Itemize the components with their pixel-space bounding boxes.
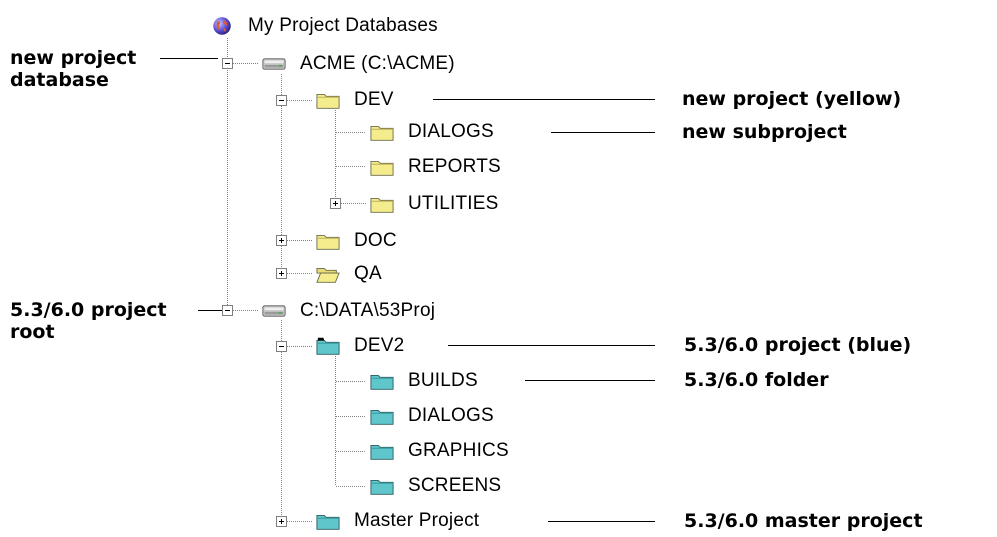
expand-doc-toggle[interactable] (276, 235, 287, 246)
callout-line-1: new project (10, 47, 137, 69)
tree-node-acme-database[interactable]: ACME (C:\ACME) (262, 48, 455, 80)
blue-folder-icon (370, 480, 394, 495)
yellow-open-folder-icon (316, 268, 340, 283)
tree-root-my-project-databases[interactable]: My Project Databases (210, 10, 438, 42)
callout-new-subproject: new subproject (682, 121, 847, 143)
tree-node-label: QA (354, 263, 382, 284)
yellow-folder-icon (316, 235, 340, 250)
expand-qa-toggle[interactable] (276, 268, 287, 279)
blue-folder-icon (316, 337, 340, 355)
tree-node-doc-project[interactable]: DOC (316, 225, 397, 257)
tree-node-53proj-database[interactable]: C:\DATA\53Proj (262, 295, 435, 327)
tree-node-qa-project[interactable]: QA (316, 258, 382, 290)
callout-new-project-yellow: new project (yellow) (682, 88, 902, 110)
drive-icon (262, 305, 286, 317)
callout-folder: 5.3/6.0 folder (684, 369, 829, 391)
tree-node-label: ACME (C:\ACME) (300, 53, 455, 74)
blue-folder-icon (316, 515, 340, 530)
tree-node-label: DEV (354, 89, 394, 110)
expand-master-project-toggle[interactable] (276, 516, 287, 527)
callout-line-2: root (10, 321, 55, 343)
collapse-53proj-toggle[interactable] (222, 305, 233, 316)
blue-folder-icon (370, 375, 394, 390)
tree-node-label: DOC (354, 230, 397, 251)
tree-node-label: BUILDS (408, 370, 478, 391)
yellow-folder-icon (370, 198, 394, 213)
project-tree-diagram: My Project Databases ACME (C:\ACME) DEV … (0, 0, 997, 535)
tree-node-label: GRAPHICS (408, 440, 509, 461)
tree-node-dev2-project[interactable]: DEV2 (316, 330, 404, 362)
tree-root-label: My Project Databases (248, 15, 438, 36)
collapse-acme-toggle[interactable] (222, 58, 233, 69)
tree-node-label: DIALOGS (408, 405, 494, 426)
collapse-dev-toggle[interactable] (276, 95, 287, 106)
tree-node-dialogs-folder[interactable]: DIALOGS (370, 400, 494, 432)
drive-icon (262, 58, 286, 70)
tree-node-reports-subproject[interactable]: REPORTS (370, 151, 501, 183)
tree-node-label: SCREENS (408, 475, 502, 496)
callout-master-project: 5.3/6.0 master project (684, 510, 923, 532)
tree-node-utilities-subproject[interactable]: UTILITIES (370, 188, 498, 220)
blue-folder-icon (370, 445, 394, 460)
callout-project-blue: 5.3/6.0 project (blue) (684, 334, 912, 356)
tree-node-dialogs-subproject[interactable]: DIALOGS (370, 116, 494, 148)
blue-folder-icon (370, 410, 394, 425)
tree-node-label: Master Project (354, 510, 480, 531)
tree-node-dev-project[interactable]: DEV (316, 84, 394, 116)
collapse-dev2-toggle[interactable] (276, 341, 287, 352)
tree-node-label: DEV2 (354, 335, 405, 356)
yellow-folder-icon (316, 94, 340, 109)
tree-node-master-project[interactable]: Master Project (316, 505, 479, 537)
tree-node-label: C:\DATA\53Proj (300, 300, 436, 321)
yellow-folder-icon (370, 126, 394, 141)
globe-icon (213, 17, 231, 35)
expand-utilities-toggle[interactable] (330, 198, 341, 209)
tree-node-graphics-folder[interactable]: GRAPHICS (370, 435, 509, 467)
tree-node-screens-folder[interactable]: SCREENS (370, 470, 501, 502)
tree-node-builds-folder[interactable]: BUILDS (370, 365, 478, 397)
callout-line-2: database (10, 69, 109, 91)
tree-node-label: DIALOGS (408, 121, 494, 142)
callout-new-project-database: new project database (10, 47, 136, 91)
tree-node-label: REPORTS (408, 156, 501, 177)
callout-project-root: 5.3/6.0 project root (10, 299, 167, 343)
tree-node-label: UTILITIES (408, 193, 499, 214)
yellow-folder-icon (370, 161, 394, 176)
callout-line-1: 5.3/6.0 project (10, 299, 167, 321)
